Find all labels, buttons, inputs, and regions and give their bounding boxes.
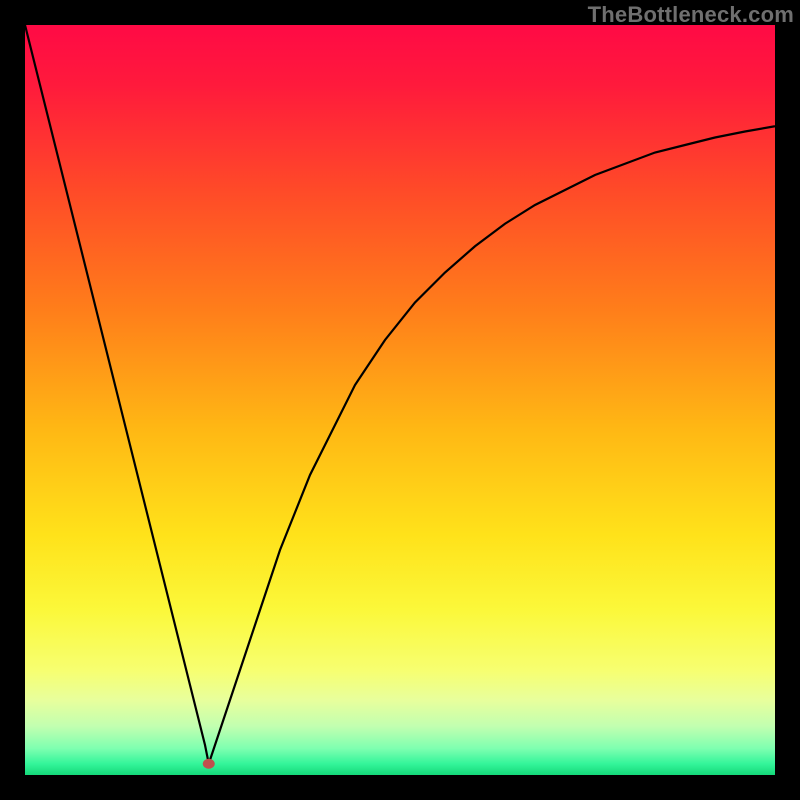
chart-frame: TheBottleneck.com	[0, 0, 800, 800]
min-marker	[203, 759, 215, 769]
bottleneck-chart	[25, 25, 775, 775]
watermark-text: TheBottleneck.com	[588, 2, 794, 28]
gradient-bg	[25, 25, 775, 775]
